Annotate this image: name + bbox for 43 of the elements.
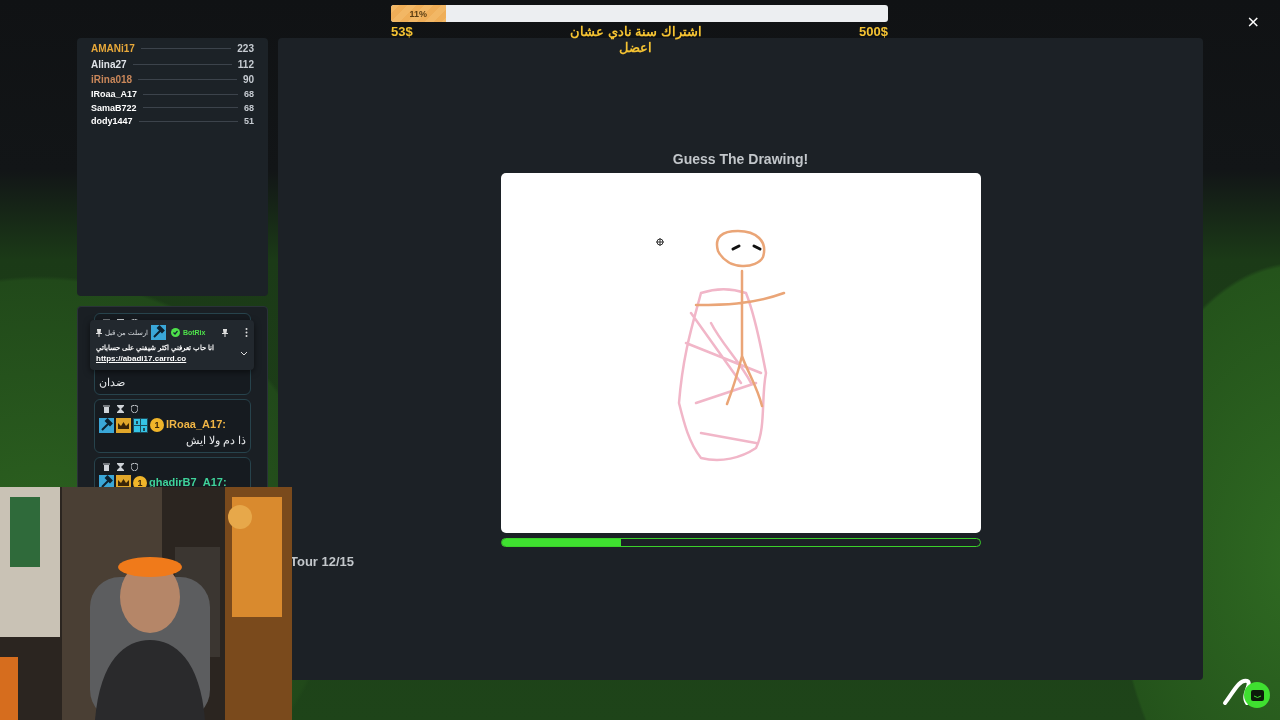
more-options-icon[interactable] bbox=[245, 328, 248, 337]
trash-icon[interactable] bbox=[103, 462, 110, 471]
chat-username[interactable]: IRoaa_A17: bbox=[166, 418, 226, 430]
goal-title: اشتراك سنة نادي عشان اعضل bbox=[568, 24, 703, 56]
pin-icon[interactable] bbox=[222, 328, 228, 337]
chat-button[interactable] bbox=[1244, 682, 1270, 708]
crown-badge-icon bbox=[116, 417, 131, 433]
chat-message-text: ذا دم ولا ايش bbox=[184, 432, 246, 448]
trash-icon[interactable] bbox=[103, 405, 110, 413]
player-name: AMANi17 bbox=[91, 43, 135, 55]
shield-icon[interactable] bbox=[131, 405, 138, 413]
player-score: 68 bbox=[244, 102, 254, 113]
verified-icon bbox=[170, 328, 180, 337]
pin-icon bbox=[96, 328, 102, 337]
player-score: 90 bbox=[242, 74, 254, 86]
crosshair-cursor-icon bbox=[655, 237, 664, 247]
goal-current: 53$ bbox=[391, 24, 413, 39]
round-counter: Tour 12/15 bbox=[290, 554, 355, 569]
player-score: 51 bbox=[244, 116, 254, 127]
hammer-badge-icon bbox=[99, 417, 114, 433]
player-score: 223 bbox=[237, 43, 254, 55]
hourglass-icon[interactable] bbox=[117, 405, 124, 413]
shield-icon[interactable] bbox=[131, 462, 138, 471]
player-name: Alina27 bbox=[91, 58, 127, 70]
player-score: 112 bbox=[237, 58, 254, 70]
close-button[interactable]: × bbox=[1242, 12, 1264, 31]
player-name: iRina018 bbox=[91, 74, 133, 86]
pinned-link[interactable]: https://abadi17.carrd.co bbox=[96, 354, 240, 363]
goal-percent: 11% bbox=[409, 8, 428, 19]
chat-username[interactable]: ghadirB7_A17: bbox=[149, 475, 227, 488]
player-name: IRoaa_A17 bbox=[91, 89, 138, 100]
chat-icon bbox=[1250, 689, 1264, 701]
player-score: 68 bbox=[244, 89, 254, 100]
chevron-down-icon[interactable] bbox=[240, 351, 248, 356]
hammer-badge-icon bbox=[150, 325, 166, 340]
pixel-badge-icon bbox=[133, 417, 148, 433]
player-name: dody1447 bbox=[91, 116, 133, 127]
chat-message-text: ضدان bbox=[99, 376, 125, 388]
game-title: Guess The Drawing! bbox=[672, 151, 809, 167]
goal-target: 500$ bbox=[859, 24, 888, 39]
hourglass-icon[interactable] bbox=[117, 462, 124, 471]
player-name: SamaB722 bbox=[91, 102, 137, 113]
rank-badge: 1 bbox=[150, 418, 164, 433]
